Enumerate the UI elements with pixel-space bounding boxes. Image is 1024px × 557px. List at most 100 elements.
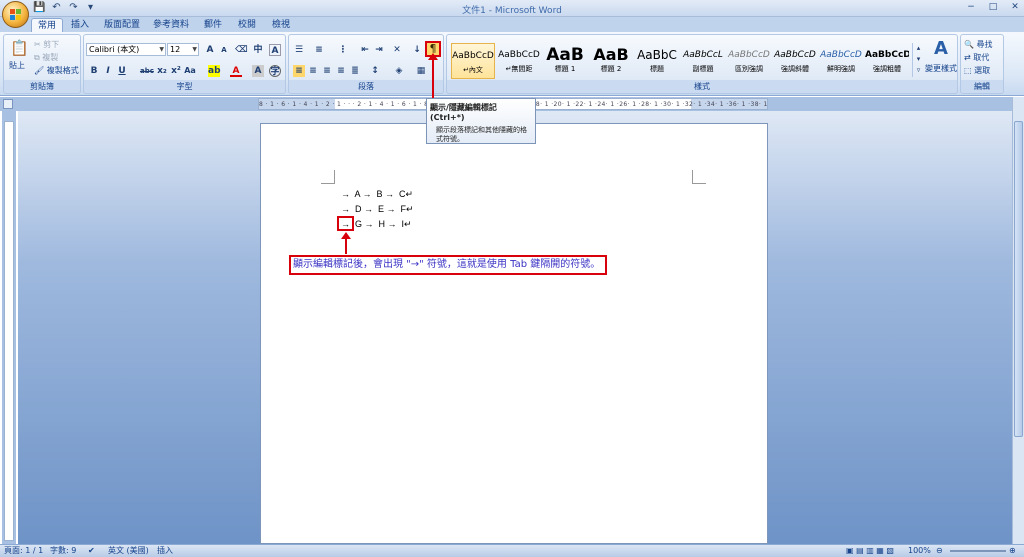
find-button[interactable]: 🔍 尋找 (964, 39, 993, 50)
style-subtle-emphasis[interactable]: AaBbCcD 區別強調 (727, 43, 771, 79)
shrink-font-icon[interactable]: A (218, 44, 230, 56)
distributed-icon[interactable]: ≣ (349, 65, 361, 77)
enclose-char-icon[interactable]: 字 (269, 65, 281, 77)
grow-font-icon[interactable]: A (204, 44, 216, 56)
style-subtitle[interactable]: AaBbCcL 副標題 (681, 43, 725, 79)
change-styles-button[interactable]: 變更樣式 (925, 63, 957, 74)
format-painter-button[interactable]: 🖌 複製格式 (34, 65, 79, 76)
multilevel-list-icon[interactable]: ⋮ (337, 44, 349, 56)
style-heading-2[interactable]: AaB 標題 2 (589, 43, 633, 79)
align-center-icon[interactable]: ≡ (307, 65, 319, 77)
style-name: 副標題 (692, 65, 714, 73)
tab-references[interactable]: 參考資料 (152, 18, 190, 32)
italic-icon[interactable]: I (102, 65, 114, 77)
style-sample: AaBbCcD (774, 50, 816, 60)
justify-icon[interactable]: ≡ (335, 65, 347, 77)
phonetic-icon[interactable]: 中 (252, 44, 264, 56)
paragraph-group: ☰ ≡ ⋮ ⇤ ⇥ ✕ ↓ ≡ ≡ ≡ ≡ ≣ ↕ ◈ ▦ 段落 (288, 34, 444, 94)
shading-icon[interactable]: ◈ (393, 65, 405, 77)
word-count[interactable]: 字數: 9 (50, 545, 76, 557)
tab-insert[interactable]: 插入 (68, 18, 92, 32)
tab-mailings[interactable]: 郵件 (201, 18, 225, 32)
tab-view[interactable]: 檢視 (269, 18, 293, 32)
underline-icon[interactable]: U (116, 65, 128, 77)
find-label: 尋找 (976, 40, 993, 49)
align-right-icon[interactable]: ≡ (321, 65, 333, 77)
copy-label: 複製 (42, 53, 59, 62)
bold-icon[interactable]: B (88, 65, 100, 77)
line-spacing-icon[interactable]: ↕ (369, 65, 381, 77)
style-title[interactable]: AaBbC 標題 (635, 43, 679, 79)
style-sample: AaBbCcD (865, 50, 909, 60)
format-painter-label: 複製格式 (46, 66, 79, 75)
numbering-icon[interactable]: ≡ (313, 44, 325, 56)
style-strong[interactable]: AaBbCcD 強調粗體 (865, 43, 909, 79)
change-case-icon[interactable]: Aa (184, 65, 196, 77)
select-label: 選取 (974, 66, 991, 75)
style-no-spacing[interactable]: AaBbCcD ↵無間距 (497, 43, 541, 79)
vertical-ruler-inner (4, 121, 14, 541)
align-left-icon[interactable]: ≡ (293, 65, 305, 77)
style-normal[interactable]: AaBbCcD ↵內文 (451, 43, 495, 79)
zoom-level[interactable]: 100% (908, 545, 931, 557)
styles-group: AaBbCcD ↵內文 AaBbCcD ↵無間距 AaB 標題 1 AaB 標題 2 A… (446, 34, 958, 94)
vertical-ruler[interactable] (2, 111, 16, 544)
paste-icon[interactable]: 📋 (10, 39, 29, 57)
superscript-icon[interactable]: x² (170, 65, 182, 77)
language[interactable]: 英文 (美國) (108, 545, 149, 557)
change-styles-icon[interactable]: A (931, 39, 951, 59)
minimize-icon[interactable]: − (966, 2, 976, 12)
font-size-combo[interactable]: 12 ▼ (167, 43, 199, 56)
proofing-icon[interactable]: ✔ (88, 545, 95, 557)
tab-page-layout[interactable]: 版面配置 (103, 18, 141, 32)
style-heading-1[interactable]: AaB 標題 1 (543, 43, 587, 79)
zoom-out-icon[interactable]: ⊖ (936, 545, 943, 557)
char-border-icon[interactable]: A (269, 44, 281, 56)
sort-icon[interactable]: ↓ (411, 44, 423, 56)
borders-icon[interactable]: ▦ (415, 65, 427, 77)
ribbon-tabs: 常用 插入 版面配置 參考資料 郵件 校閱 檢視 (0, 17, 1024, 32)
chevron-down-icon: ▼ (159, 46, 164, 53)
asian-layout-icon[interactable]: ✕ (391, 44, 403, 56)
crop-mark (692, 170, 706, 184)
window-title: 文件1 - Microsoft Word (462, 6, 562, 16)
style-sample: AaBbCcD (498, 50, 540, 60)
copy-button[interactable]: ⧉ 複製 (34, 52, 58, 63)
zoom-slider[interactable] (950, 550, 1006, 552)
scroll-thumb[interactable] (1014, 121, 1023, 437)
callout-arrow-head (341, 232, 351, 239)
tooltip-arrow-shaft (432, 56, 434, 98)
tab-review[interactable]: 校閱 (235, 18, 259, 32)
char-shading-icon[interactable]: A (252, 65, 264, 77)
bullets-icon[interactable]: ☰ (293, 44, 305, 56)
vertical-scrollbar[interactable] (1012, 97, 1024, 544)
tab-home[interactable]: 常用 (31, 18, 63, 32)
style-intense-emphasis[interactable]: AaBbCcD 鮮明強調 (819, 43, 863, 79)
subscript-icon[interactable]: x₂ (156, 65, 168, 77)
styles-scroll-icon[interactable]: ▴ ▾ ▿ (912, 43, 924, 77)
select-button[interactable]: ⬚ 選取 (964, 65, 990, 76)
replace-button[interactable]: ⇄ 取代 (964, 52, 989, 63)
document-page[interactable] (260, 123, 768, 544)
zoom-in-icon[interactable]: ⊕ (1009, 545, 1016, 557)
office-button[interactable] (2, 1, 29, 28)
paste-button[interactable]: 貼上 (9, 60, 25, 71)
style-name: ↵無間距 (505, 65, 533, 73)
tab-selector[interactable] (3, 99, 13, 109)
style-emphasis[interactable]: AaBbCcD 強調斜體 (773, 43, 817, 79)
decrease-indent-icon[interactable]: ⇤ (359, 44, 371, 56)
font-color-icon[interactable]: A (230, 65, 242, 77)
insert-mode[interactable]: 插入 (157, 545, 173, 557)
style-sample: AaBbC (637, 48, 677, 62)
close-icon[interactable]: ✕ (1010, 2, 1020, 12)
font-name-combo[interactable]: Calibri (本文) ▼ (86, 43, 166, 56)
view-buttons[interactable]: ▣ ▤ ▥ ▦ ▧ (846, 545, 894, 557)
maximize-icon[interactable]: □ (988, 2, 998, 12)
page-count[interactable]: 頁面: 1 / 1 (4, 545, 43, 557)
increase-indent-icon[interactable]: ⇥ (373, 44, 385, 56)
strikethrough-icon[interactable]: abc (140, 65, 154, 77)
font-label: 字型 (176, 82, 193, 91)
highlight-icon[interactable]: ab (208, 65, 221, 77)
cut-button[interactable]: ✂ 剪下 (34, 39, 59, 50)
clear-format-icon[interactable]: ⌫ (235, 44, 248, 56)
